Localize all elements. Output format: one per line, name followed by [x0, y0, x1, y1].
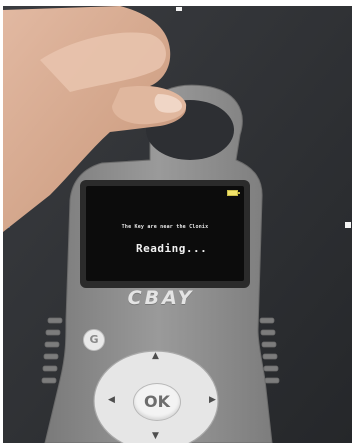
- ok-button[interactable]: OK: [133, 383, 181, 421]
- corner-mark: [176, 7, 182, 11]
- arrow-right-icon[interactable]: ▶: [209, 396, 216, 405]
- photo: The Key are near the Clonix Reading... C…: [0, 0, 355, 443]
- screen-status: Reading...: [136, 242, 208, 255]
- battery-icon: [227, 190, 240, 196]
- arrow-up-icon[interactable]: ▲: [152, 352, 159, 361]
- corner-mark: [345, 222, 351, 228]
- screen-message: The Key are near the Clonix: [121, 224, 209, 230]
- lcd-screen: The Key are near the Clonix Reading...: [86, 186, 244, 281]
- arrow-left-icon[interactable]: ◀: [108, 396, 115, 405]
- arrow-down-icon[interactable]: ▼: [152, 432, 159, 441]
- brand-logo: CBAY: [127, 287, 195, 309]
- g-button[interactable]: G: [83, 329, 105, 351]
